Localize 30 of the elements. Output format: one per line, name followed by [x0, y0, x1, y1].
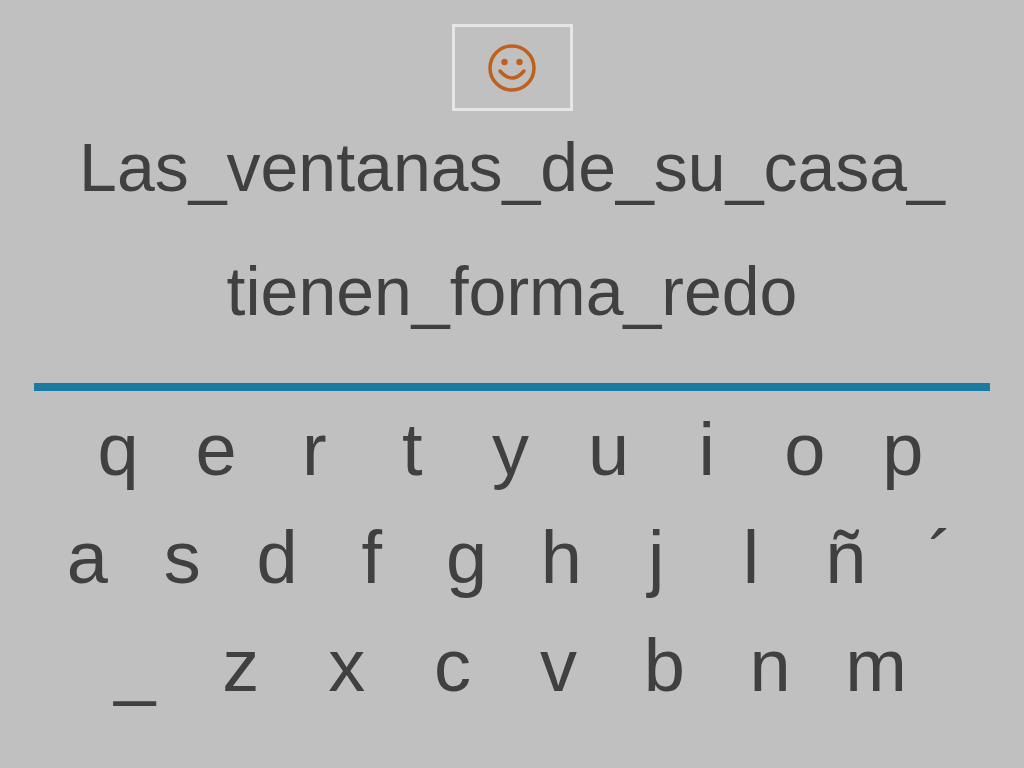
letter-key[interactable]: i	[657, 401, 756, 497]
sentence-text: Las_ventanas_de_su_casa_	[79, 128, 945, 207]
sentence-text: tienen_forma_redo	[226, 252, 798, 331]
letter-key[interactable]: f	[324, 509, 420, 605]
letter-key[interactable]: p	[853, 401, 952, 497]
letter-key[interactable]: v	[505, 617, 612, 713]
letter-key[interactable]: n	[717, 617, 824, 713]
letter-key[interactable]: c	[399, 617, 506, 713]
letter-key[interactable]: b	[611, 617, 718, 713]
letter-key[interactable]: t	[363, 401, 462, 497]
letter-key[interactable]: o	[755, 401, 854, 497]
letter-key[interactable]: j	[608, 509, 704, 605]
letter-key[interactable]: x	[293, 617, 400, 713]
letter-key[interactable]: q	[69, 401, 168, 497]
letter-key[interactable]: l	[703, 509, 799, 605]
letter-key[interactable]: y	[461, 401, 560, 497]
letter-key[interactable]: u	[559, 401, 658, 497]
letter-key[interactable]: h	[514, 509, 609, 605]
letter-key[interactable]: m	[823, 617, 929, 713]
smiley-icon	[487, 42, 537, 93]
letter-key[interactable]: d	[229, 509, 325, 605]
letter-key[interactable]: z	[187, 617, 294, 713]
letter-key[interactable]: a	[40, 509, 135, 605]
letter-key[interactable]: e	[167, 401, 266, 497]
letter-key[interactable]: g	[419, 509, 514, 605]
letter-key[interactable]: r	[265, 401, 364, 497]
letter-key[interactable]: ´	[893, 509, 988, 605]
letter-key[interactable]: _	[82, 617, 188, 713]
letter-key[interactable]: s	[134, 509, 230, 605]
letter-key[interactable]: ñ	[798, 509, 894, 605]
